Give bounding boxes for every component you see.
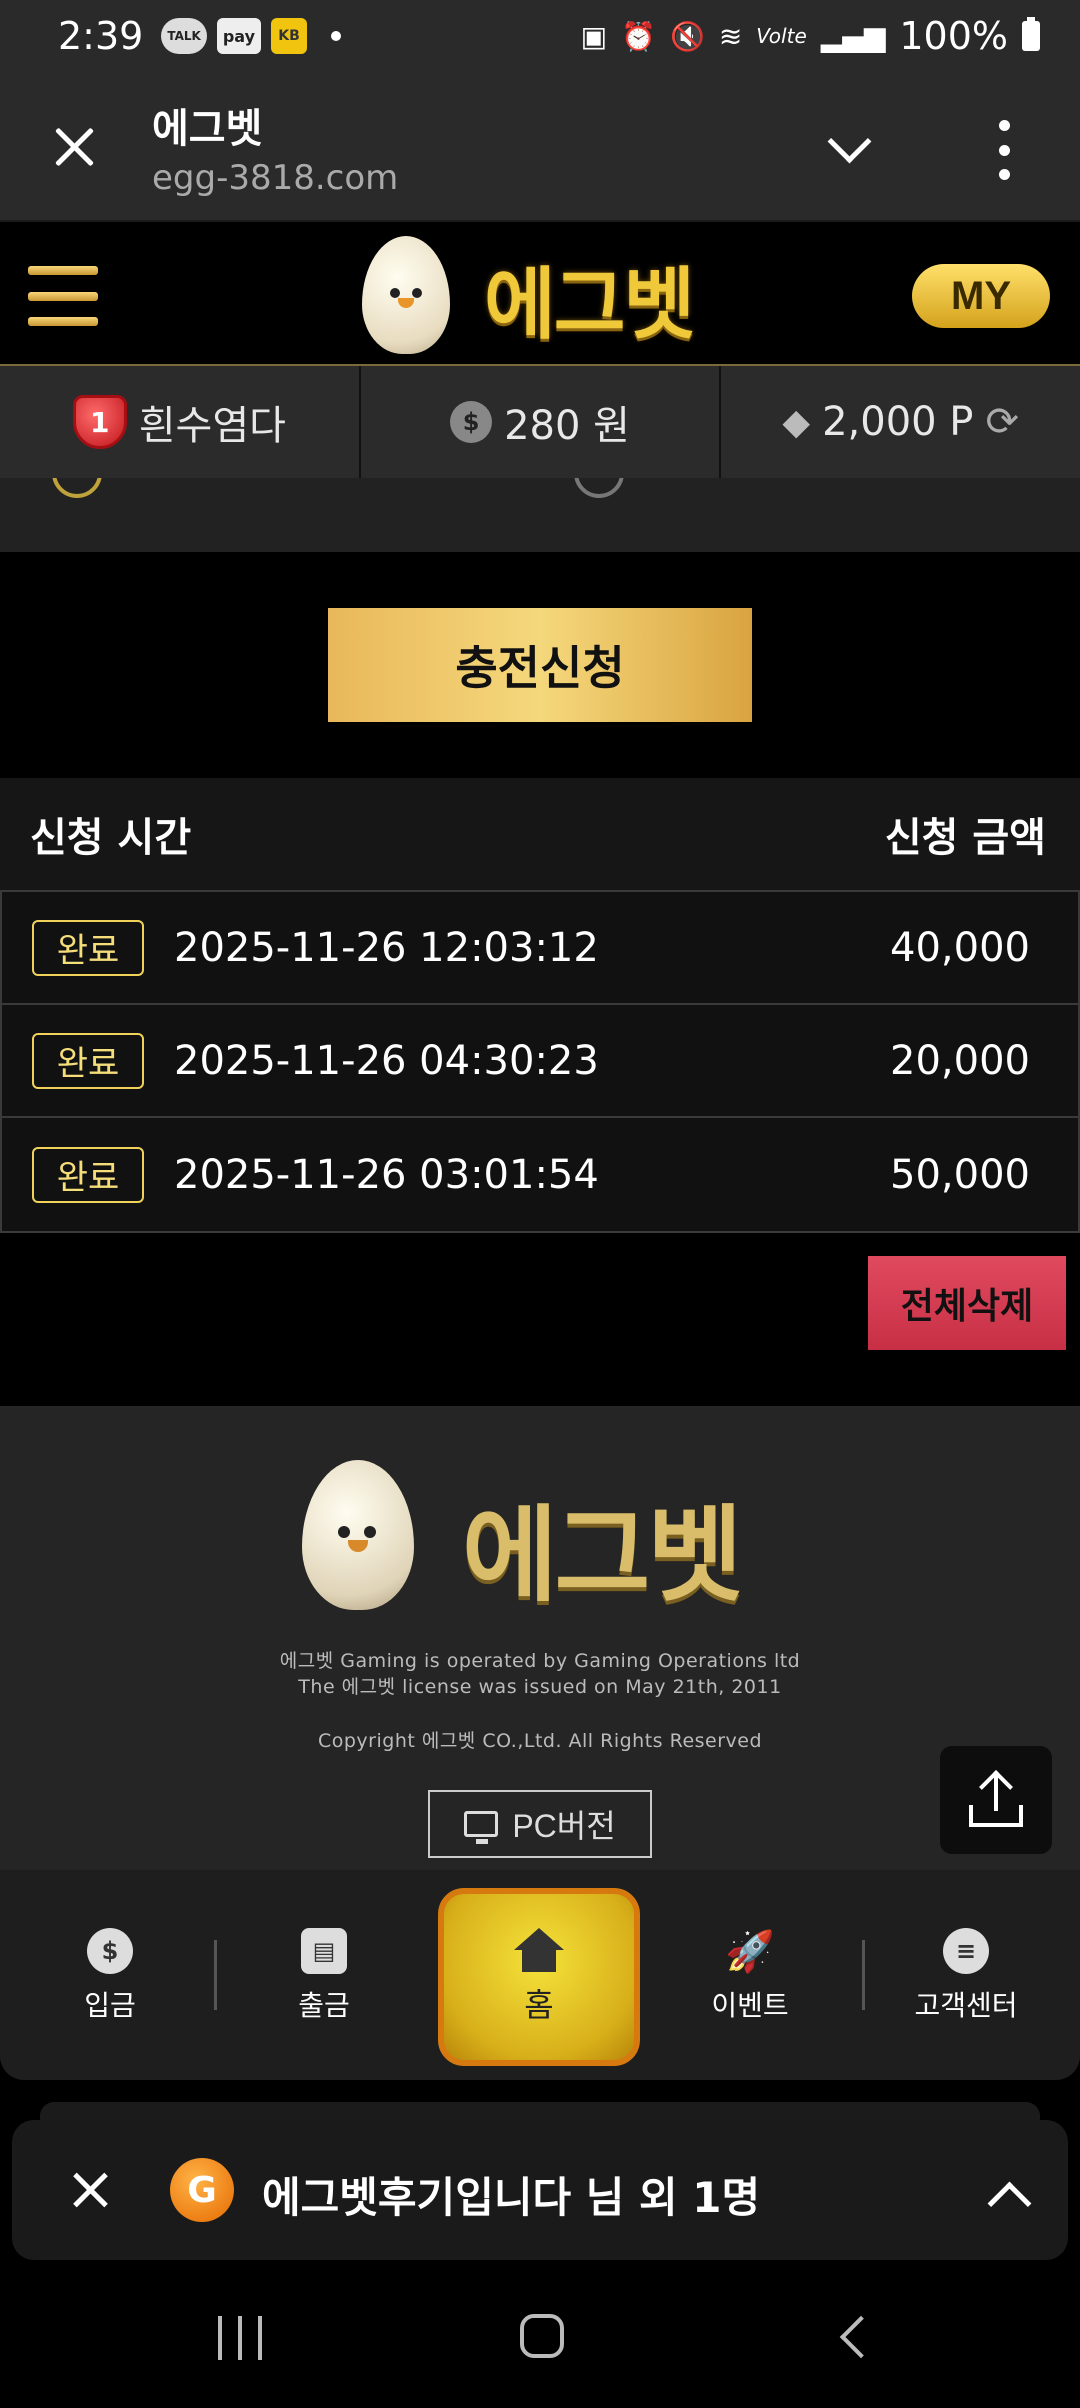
coin-icon: $ (450, 401, 493, 443)
page-url[interactable]: egg-3818.com (152, 158, 398, 198)
notification-icons: TALK pay KB (161, 18, 342, 54)
bottom-nav: $ 입금 ▤ 출금 홈 🚀 이벤트 ≡ 고객센터 (0, 1870, 1080, 2080)
footer-operator-text: 에그벳 Gaming is operated by Gaming Operati… (279, 1650, 801, 1672)
pc-version-button[interactable]: PC버전 (428, 1790, 652, 1858)
nav-home[interactable]: 홈 (438, 1888, 640, 2066)
kakaotalk-icon: TALK (161, 18, 207, 54)
lock-icon: ▣ (580, 19, 608, 53)
back-icon[interactable] (836, 2318, 872, 2354)
chevron-down-icon[interactable] (826, 126, 872, 172)
status-badge: 완료 (32, 919, 144, 976)
user-nickname: 흰수염다 (138, 403, 286, 449)
nav-deposit[interactable]: $ 입금 (40, 1928, 180, 2024)
alarm-icon: ⏰ (621, 19, 656, 53)
footer-license-text: The 에그벳 license was issued on May 21th, … (298, 1676, 782, 1698)
radio-option-unselected[interactable] (574, 478, 624, 498)
delete-all-button[interactable]: 전체삭제 (868, 1256, 1066, 1350)
nav-support-label: 고객센터 (914, 1989, 1018, 2022)
footer-copyright: Copyright 에그벳 CO.,Ltd. All Rights Reserv… (317, 1730, 763, 1752)
browser-toolbar: 에그벳 egg-3818.com (0, 72, 1080, 222)
status-badge: 완료 (32, 1032, 144, 1089)
close-icon[interactable] (68, 2168, 112, 2212)
home-circle-icon[interactable] (520, 2314, 564, 2358)
egg-chick-logo-icon (362, 236, 450, 354)
chevron-up-icon[interactable] (988, 2180, 1028, 2220)
site-footer: 에그벳 에그벳 Gaming is operated by Gaming Ope… (0, 1406, 1080, 1870)
app-logo-icon: G (170, 2158, 234, 2222)
recent-apps-icon[interactable] (218, 2316, 262, 2360)
rocket-icon: 🚀 (725, 1928, 775, 1975)
column-request-amount: 신청 금액 (884, 815, 1046, 861)
money-value: 280 원 (504, 403, 630, 449)
my-page-button[interactable]: MY (912, 264, 1050, 328)
system-icons: ▣ ⏰ 🔇 ≋ Volte ▂▄▆ 100% (581, 14, 1040, 58)
nav-withdraw[interactable]: ▤ 출금 (254, 1928, 394, 2024)
user-points[interactable]: ◆ 2,000 P ⟳ (721, 366, 1080, 478)
battery-icon (1022, 17, 1040, 51)
hamburger-menu-icon[interactable] (28, 266, 98, 326)
notification-banner[interactable]: G 에그벳후기입니다 님 외 1명 (12, 2120, 1068, 2260)
footer-logo-text: 에그벳 (462, 1494, 743, 1616)
kb-icon: KB (271, 18, 308, 54)
request-amount: 20,000 (890, 1037, 1030, 1084)
nav-withdraw-label: 출금 (298, 1989, 350, 2022)
nav-divider (862, 1940, 865, 2010)
home-icon (514, 1928, 564, 1972)
more-notifications-dot (331, 31, 342, 41)
user-info-bar: 1 흰수염다 $ 280 원 ◆ 2,000 P ⟳ (0, 366, 1080, 478)
bonus-option-row (0, 478, 1080, 552)
request-datetime: 2025-11-26 12:03:12 (174, 924, 599, 971)
nav-deposit-label: 입금 (84, 1989, 136, 2022)
nav-home-label: 홈 (524, 1986, 554, 2024)
site-logo-text[interactable]: 에그벳 (484, 242, 695, 354)
more-options-icon[interactable] (994, 120, 1014, 180)
request-amount: 40,000 (890, 924, 1030, 971)
scroll-to-top-button[interactable] (940, 1746, 1052, 1854)
radio-option-selected[interactable] (52, 478, 102, 498)
user-profile[interactable]: 1 흰수염다 (0, 366, 361, 478)
volte-icon: Volte (756, 24, 807, 48)
site-header: 에그벳 MY (0, 222, 1080, 366)
monitor-icon (464, 1811, 499, 1844)
close-tab-icon[interactable] (50, 122, 100, 172)
nav-divider (214, 1940, 217, 2010)
pc-version-label: PC버전 (512, 1808, 616, 1844)
charge-request-button[interactable]: 충전신청 (328, 608, 752, 722)
notification-text: 에그벳후기입니다 님 외 1명 (262, 2173, 761, 2222)
share-upload-icon (969, 1770, 1023, 1827)
nav-event[interactable]: 🚀 이벤트 (680, 1928, 820, 2024)
nav-event-label: 이벤트 (711, 1989, 789, 2022)
request-datetime: 2025-11-26 03:01:54 (174, 1151, 599, 1198)
status-badge: 완료 (32, 1146, 144, 1203)
table-row: 완료 2025-11-26 04:30:23 20,000 (2, 1005, 1078, 1118)
mute-icon: 🔇 (669, 19, 705, 53)
table-row: 완료 2025-11-26 12:03:12 40,000 (2, 892, 1078, 1005)
system-navigation-bar (0, 2276, 1080, 2408)
wallet-icon: ▤ (301, 1928, 347, 1974)
diamond-icon: ◆ (782, 401, 811, 443)
level-badge-icon: 1 (72, 395, 127, 449)
deposit-coin-icon: $ (87, 1928, 133, 1974)
column-request-time: 신청 시간 (30, 815, 192, 861)
status-bar: 2:39 TALK pay KB ▣ ⏰ 🔇 ≋ Volte ▂▄▆ 100% (0, 0, 1080, 72)
wifi-icon: ≋ (718, 19, 743, 53)
status-time: 2:39 (58, 14, 144, 58)
refresh-icon[interactable]: ⟳ (985, 399, 1019, 445)
egg-chick-logo-icon (302, 1460, 414, 1610)
request-datetime: 2025-11-26 04:30:23 (174, 1037, 599, 1084)
page-title: 에그벳 (152, 106, 263, 152)
battery-percent: 100% (899, 14, 1008, 58)
table-row: 완료 2025-11-26 03:01:54 50,000 (2, 1118, 1078, 1231)
charge-history-table: 완료 2025-11-26 12:03:12 40,000 완료 2025-11… (0, 890, 1080, 1233)
nav-support[interactable]: ≡ 고객센터 (896, 1928, 1036, 2024)
user-money[interactable]: $ 280 원 (361, 366, 722, 478)
request-amount: 50,000 (890, 1151, 1030, 1198)
chat-bubble-icon: ≡ (943, 1928, 989, 1974)
points-value: 2,000 P (822, 399, 974, 445)
pay-icon: pay (216, 18, 262, 54)
signal-icon: ▂▄▆ (820, 19, 886, 53)
history-table-header: 신청 시간 신청 금액 (0, 778, 1080, 890)
